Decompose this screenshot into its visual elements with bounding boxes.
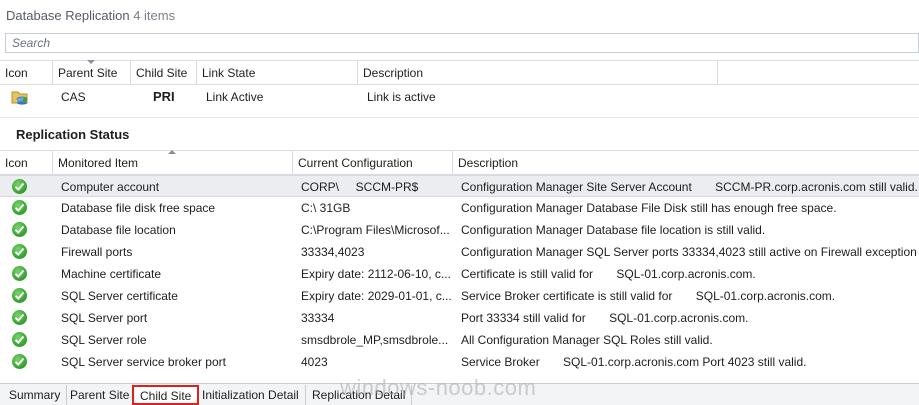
search-input[interactable]: Search	[5, 33, 919, 53]
col-header-child-site[interactable]: Child Site	[131, 61, 197, 84]
status-row[interactable]: SQL Server certificate Expiry date: 2029-…	[0, 285, 919, 307]
tab-parent-site[interactable]: Parent Site	[64, 385, 137, 405]
status-description-cell: Service Broker SQL-01.corp.acronis.com P…	[461, 355, 807, 369]
status-description-cell: Port 33334 still valid for SQL-01.corp.a…	[461, 311, 749, 325]
col-header-icon[interactable]: Icon	[0, 61, 53, 84]
sort-ascending-icon	[168, 150, 176, 154]
current-configuration-cell: Expiry date: 2112-06-10, c...	[301, 267, 451, 281]
col-header-parent-site[interactable]: Parent Site	[53, 60, 131, 84]
status-grid-header: Icon Monitored Item Current Configuratio…	[0, 150, 919, 175]
database-site-icon	[11, 88, 29, 105]
current-configuration-cell: Expiry date: 2029-01-01, c...	[301, 289, 451, 303]
check-icon	[12, 179, 27, 194]
col-header-link-state[interactable]: Link State	[197, 61, 358, 84]
check-icon	[12, 288, 27, 303]
monitored-item-cell: SQL Server role	[61, 333, 147, 347]
col-header-description[interactable]: Description	[358, 61, 718, 84]
replication-row[interactable]: CAS PRI Link Active Link is active	[0, 86, 919, 108]
monitored-item-cell: Computer account	[61, 180, 160, 194]
check-icon	[12, 244, 27, 259]
current-configuration-cell: C:\Program Files\Microsof...	[301, 223, 450, 237]
status-row[interactable]: Machine certificate Expiry date: 2112-06-…	[0, 263, 919, 285]
monitored-item-cell: Firewall ports	[61, 245, 133, 259]
view-title-text: Database Replication	[6, 8, 130, 23]
child-site-cell: PRI	[153, 89, 175, 104]
link-state-cell: Link Active	[206, 90, 264, 104]
tab-child-site[interactable]: Child Site	[132, 385, 200, 405]
status-col-header-description[interactable]: Description	[453, 151, 919, 174]
status-description-cell: Service Broker certificate is still vali…	[461, 289, 836, 303]
status-row[interactable]: SQL Server port 33334 Port 33334 still val…	[0, 307, 919, 329]
status-description-cell: Configuration Manager Database file loca…	[461, 223, 766, 237]
current-configuration-cell: CORP\ SCCM-PR$	[301, 180, 419, 194]
status-description-cell: Certificate is still valid for SQL-01.co…	[461, 267, 756, 281]
status-col-header-monitored-item[interactable]: Monitored Item	[53, 150, 293, 174]
status-row[interactable]: Firewall ports 33334,4023 Configuration Ma…	[0, 241, 919, 263]
check-icon	[12, 200, 27, 215]
check-icon	[12, 222, 27, 237]
section-divider	[0, 117, 919, 118]
monitored-item-cell: SQL Server certificate	[61, 289, 178, 303]
sort-descending-icon	[87, 60, 95, 64]
current-configuration-cell: C:\ 31GB	[301, 201, 351, 215]
status-description-cell: Configuration Manager SQL Server ports 3…	[461, 245, 917, 259]
status-row[interactable]: SQL Server service broker port 4023 Servic…	[0, 351, 919, 373]
status-row[interactable]: Computer account CORP\ SCCM-PR$ Configurat…	[0, 175, 919, 197]
status-row[interactable]: Database file location C:\Program Files\M…	[0, 219, 919, 241]
col-header-parent-site-label: Parent Site	[58, 66, 118, 80]
check-icon	[12, 266, 27, 281]
monitored-item-cell: Database file location	[61, 223, 176, 237]
tab-initialization-detail[interactable]: Initialization Detail	[196, 385, 306, 405]
item-count: 4 items	[133, 8, 176, 23]
monitored-item-cell: Database file disk free space	[61, 201, 216, 215]
watermark: windows-noob.com	[340, 375, 537, 400]
check-icon	[12, 310, 27, 325]
status-row[interactable]: Database file disk free space C:\ 31GB Con…	[0, 197, 919, 219]
check-icon	[12, 354, 27, 369]
status-row[interactable]: SQL Server role smsdbrole_MP,smsdbrole...…	[0, 329, 919, 351]
monitored-item-cell: Machine certificate	[61, 267, 162, 281]
current-configuration-cell: smsdbrole_MP,smsdbrole...	[301, 333, 449, 347]
tab-summary[interactable]: Summary	[3, 385, 68, 405]
status-col-header-current-configuration[interactable]: Current Configuration	[293, 151, 453, 174]
view-title: Database Replication 4 items	[0, 0, 919, 31]
status-description-cell: All Configuration Manager SQL Roles stil…	[461, 333, 713, 347]
check-icon	[12, 332, 27, 347]
status-col-header-icon[interactable]: Icon	[0, 151, 53, 174]
status-description-cell: Configuration Manager Database File Disk…	[461, 201, 837, 215]
current-configuration-cell: 4023	[301, 355, 328, 369]
status-description-cell: Configuration Manager Site Server Accoun…	[461, 180, 917, 194]
description-cell: Link is active	[367, 90, 436, 104]
current-configuration-cell: 33334	[301, 311, 335, 325]
replication-status-title: Replication Status	[16, 127, 130, 142]
replication-grid-header: Icon Parent Site Child Site Link State D…	[0, 60, 919, 85]
current-configuration-cell: 33334,4023	[301, 245, 365, 259]
monitored-item-cell: SQL Server port	[61, 311, 148, 325]
status-col-header-monitored-item-label: Monitored Item	[58, 156, 139, 170]
monitored-item-cell: SQL Server service broker port	[61, 355, 226, 369]
parent-site-cell: CAS	[61, 90, 86, 104]
